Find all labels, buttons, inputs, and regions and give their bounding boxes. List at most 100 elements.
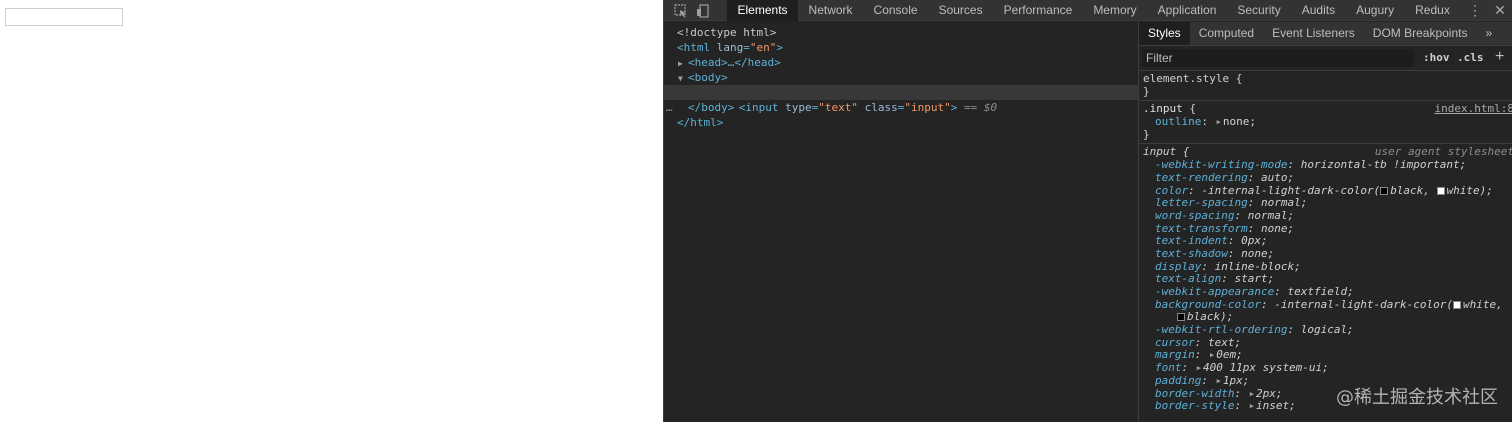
tab-augury[interactable]: Augury (1346, 0, 1405, 21)
color-swatch-white[interactable] (1436, 186, 1445, 195)
html-lang-value: "en" (749, 41, 777, 54)
prop-name: border-style (1155, 399, 1235, 413)
html-tag: <html (677, 41, 711, 54)
prop-name: background-color (1155, 297, 1261, 311)
expand-arrow-icon[interactable]: ▶ (1248, 402, 1256, 410)
prop-name: text-rendering (1155, 170, 1248, 184)
prop-value-a: black, (1390, 183, 1430, 197)
prop-value-b: black); (1187, 310, 1234, 324)
expand-arrow-icon[interactable]: ▶ (1208, 351, 1216, 359)
devtools-tabs: Elements Network Console Sources Performance… (727, 0, 1460, 21)
prop-value: 400 11px system-ui; (1202, 361, 1329, 375)
device-toolbar-icon[interactable] (694, 2, 711, 19)
tree-input-selected[interactable]: … <input type="text" class="input"> == $0 (664, 85, 1138, 114)
prop-name: letter-spacing (1155, 196, 1248, 210)
tab-console[interactable]: Console (863, 0, 928, 21)
prop-value: none; (1222, 115, 1256, 129)
filter-bar: :hov .cls + (1139, 46, 1512, 71)
open-brace: { (1189, 102, 1196, 116)
hov-toggle[interactable]: :hov (1423, 51, 1450, 64)
tree-head[interactable]: ▶ <head>…</head> (664, 55, 1138, 70)
tab-application[interactable]: Application (1147, 0, 1227, 21)
prop-name: word-spacing (1155, 208, 1235, 222)
prop-value: none; (1260, 221, 1295, 235)
styles-pane: Styles Computed Event Listeners DOM Breakpo… (1138, 22, 1512, 422)
subtab-styles[interactable]: Styles (1139, 22, 1190, 45)
tab-elements[interactable]: Elements (727, 0, 799, 21)
prop-value: -internal-light-dark-color( (1274, 297, 1454, 311)
tab-memory[interactable]: Memory (1083, 0, 1147, 21)
tree-body-close[interactable]: </body> (664, 100, 1138, 115)
open-brace: { (1182, 145, 1190, 159)
html-close-tag: </html> (677, 116, 724, 129)
devtools-tabbar: Elements Network Console Sources Performance… (664, 0, 1512, 21)
declaration-webkit-rtl-ordering[interactable]: -webkit-rtl-ordering: logical; (1143, 323, 1512, 337)
devtools-panel: Elements Network Console Sources Performance… (663, 0, 1512, 422)
color-swatch-white[interactable] (1453, 300, 1462, 309)
ua-declarations: -webkit-writing-mode: horizontal-tb !imp… (1143, 158, 1512, 413)
rule-selector: .input (1143, 102, 1183, 116)
expand-arrow-icon[interactable]: ▶ (1215, 118, 1223, 126)
tree-doctype[interactable]: <!doctype html> (664, 25, 1138, 40)
prop-value: auto; (1260, 170, 1295, 184)
tab-network[interactable]: Network (798, 0, 863, 21)
tab-audits[interactable]: Audits (1291, 0, 1345, 21)
new-rule-icon[interactable]: + (1495, 48, 1504, 66)
rule-source-link[interactable]: index.html:8 (1435, 103, 1512, 116)
prop-name: text-transform (1155, 221, 1248, 235)
styles-subtabs: Styles Computed Event Listeners DOM Breakpo… (1139, 22, 1512, 46)
prop-value: inline-block; (1214, 259, 1301, 273)
ua-rule-selector: input (1143, 145, 1177, 159)
expand-arrow-icon[interactable]: ▶ (1215, 377, 1223, 385)
prop-value-a: white, (1463, 297, 1503, 311)
prop-name: color (1155, 183, 1189, 197)
close-brace: } (1143, 127, 1150, 141)
outline-declaration[interactable]: outline: ▶ none; (1143, 115, 1512, 129)
prop-value: textfield; (1287, 285, 1354, 298)
prop-value: -internal-light-dark-color( (1201, 183, 1381, 197)
element-style-selector: element.style { (1143, 72, 1243, 85)
subtab-event-listeners[interactable]: Event Listeners (1263, 22, 1364, 45)
tab-performance[interactable]: Performance (993, 0, 1083, 21)
expand-arrow-icon[interactable]: ▶ (1195, 364, 1203, 372)
prop-value: logical; (1300, 323, 1354, 337)
expand-triangle-icon[interactable]: ▶ (678, 56, 688, 71)
color-swatch-black[interactable] (1380, 186, 1389, 195)
prop-name: border-width (1155, 386, 1235, 400)
prop-name: cursor (1155, 335, 1195, 349)
prop-name: -webkit-rtl-ordering (1155, 323, 1288, 337)
prop-value: normal; (1260, 196, 1308, 210)
kebab-menu-icon[interactable]: ⋮ (1466, 0, 1484, 21)
prop-name: padding (1155, 373, 1202, 387)
tab-security[interactable]: Security (1227, 0, 1291, 21)
cursor-select-icon[interactable] (672, 2, 689, 19)
tree-html-open[interactable]: <html lang="en"> (664, 40, 1138, 55)
input-class-rule[interactable]: .input { index.html:8 outline: ▶ none; } (1139, 101, 1512, 145)
cls-toggle[interactable]: .cls (1457, 51, 1484, 64)
expand-arrow-icon[interactable]: ▶ (1248, 390, 1256, 398)
subtab-dom-breakpoints[interactable]: DOM Breakpoints (1364, 22, 1477, 45)
watermark: @稀土掘金技术社区 (1336, 387, 1498, 408)
prop-value-b: white); (1446, 183, 1493, 197)
text-input[interactable] (5, 8, 123, 26)
style-rules: element.style { } .input { index.html:8 o… (1139, 71, 1512, 415)
tree-html-close[interactable]: </html> (664, 115, 1138, 130)
collapse-triangle-icon[interactable]: ▼ (678, 71, 688, 86)
more-tabs-icon[interactable]: » (1476, 22, 1501, 45)
tab-redux[interactable]: Redux (1405, 0, 1461, 21)
tab-sources[interactable]: Sources (928, 0, 993, 21)
prop-value: none; (1241, 246, 1275, 260)
tree-body-open[interactable]: ▼ <body> (664, 70, 1138, 85)
subtab-computed[interactable]: Computed (1190, 22, 1263, 45)
element-style-rule[interactable]: element.style { } (1139, 71, 1512, 102)
prop-value: 2px; (1255, 386, 1283, 400)
close-icon[interactable]: ✕ (1491, 0, 1509, 21)
filter-input[interactable] (1142, 49, 1414, 67)
prop-value: normal; (1247, 208, 1295, 222)
prop-name: text-indent (1155, 234, 1228, 248)
body-tag: <body> (688, 71, 728, 84)
color-swatch-black[interactable] (1177, 313, 1185, 322)
ua-input-rule[interactable]: input {user agent stylesheet -webkit-wri… (1139, 144, 1512, 414)
prop-name: margin (1155, 348, 1195, 362)
prop-value: 1px; (1222, 373, 1250, 387)
